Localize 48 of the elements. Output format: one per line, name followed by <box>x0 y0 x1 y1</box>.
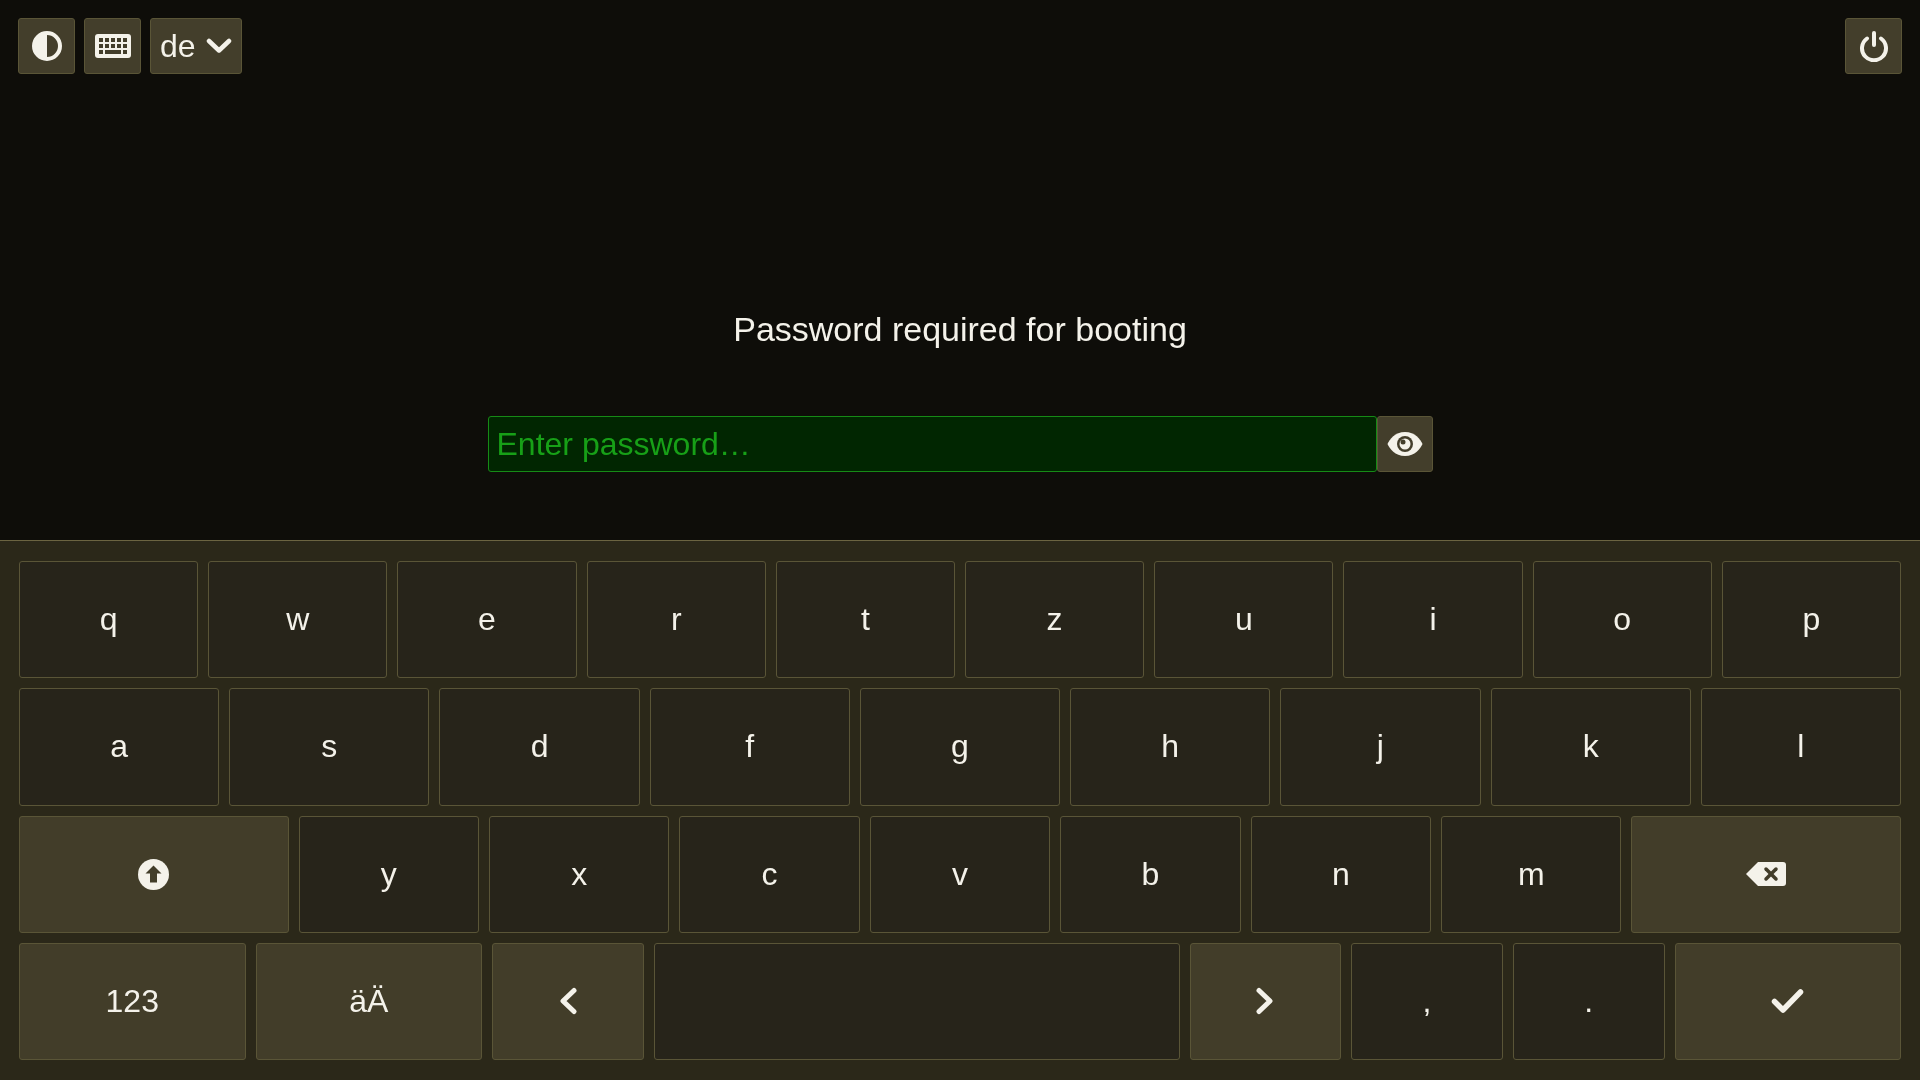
keyboard-key[interactable]: f <box>649 688 850 806</box>
show-password-button[interactable] <box>1376 416 1433 472</box>
language-dropdown[interactable]: de <box>150 18 242 74</box>
keyboard-key[interactable]: p <box>1721 561 1902 679</box>
keyboard-key[interactable]: . <box>1512 942 1665 1060</box>
keyboard-key[interactable]: u <box>1154 561 1334 679</box>
chevron-right-icon <box>1255 987 1276 1016</box>
backspace-icon <box>1746 862 1787 887</box>
keyboard-key[interactable]: m <box>1441 815 1622 933</box>
keyboard-key[interactable]: e <box>397 561 577 679</box>
keyboard-key[interactable]: s <box>229 688 430 806</box>
contrast-icon <box>31 31 62 61</box>
chevron-down-icon <box>205 38 232 54</box>
shift-key[interactable] <box>19 815 289 933</box>
keyboard-key[interactable]: j <box>1280 688 1481 806</box>
power-button[interactable] <box>1845 18 1902 74</box>
keyboard-key[interactable]: l <box>1700 688 1901 806</box>
keyboard-key[interactable]: v <box>869 815 1051 933</box>
keyboard-key[interactable]: r <box>586 561 766 679</box>
keyboard-key[interactable]: t <box>775 561 955 679</box>
keyboard-key[interactable]: w <box>208 561 388 679</box>
keyboard-key[interactable]: y <box>298 815 479 933</box>
up-arrow-circle-icon <box>138 858 170 890</box>
keyboard-key[interactable]: o <box>1532 561 1712 679</box>
keyboard-key[interactable]: x <box>489 815 670 933</box>
backspace-key[interactable] <box>1631 815 1902 933</box>
keyboard-key[interactable]: a <box>19 688 220 806</box>
password-field[interactable]: Enter password… <box>487 416 1377 472</box>
mode-key[interactable]: äÄ <box>255 942 482 1060</box>
eye-icon <box>1386 431 1423 457</box>
keyboard-key[interactable]: i <box>1343 561 1523 679</box>
contrast-button[interactable] <box>18 18 75 74</box>
keyboard-key[interactable]: z <box>965 561 1145 679</box>
keyboard-icon <box>94 34 131 58</box>
keyboard-button[interactable] <box>84 18 141 74</box>
keyboard-key[interactable]: n <box>1250 815 1432 933</box>
checkmark-icon <box>1771 988 1805 1015</box>
keyboard-key[interactable]: g <box>859 688 1061 806</box>
keyboard-key[interactable]: h <box>1070 688 1271 806</box>
keyboard-key[interactable]: c <box>679 815 860 933</box>
power-icon <box>1857 30 1890 62</box>
keyboard-key[interactable]: k <box>1490 688 1691 806</box>
keyboard-key[interactable]: q <box>19 561 199 679</box>
keyboard-key[interactable]: d <box>439 688 640 806</box>
keyboard-key[interactable]: , <box>1351 942 1503 1060</box>
mode-key[interactable]: 123 <box>19 942 246 1060</box>
keyboard-key[interactable]: b <box>1060 815 1241 933</box>
prompt-text: Password required for booting <box>733 309 1187 349</box>
